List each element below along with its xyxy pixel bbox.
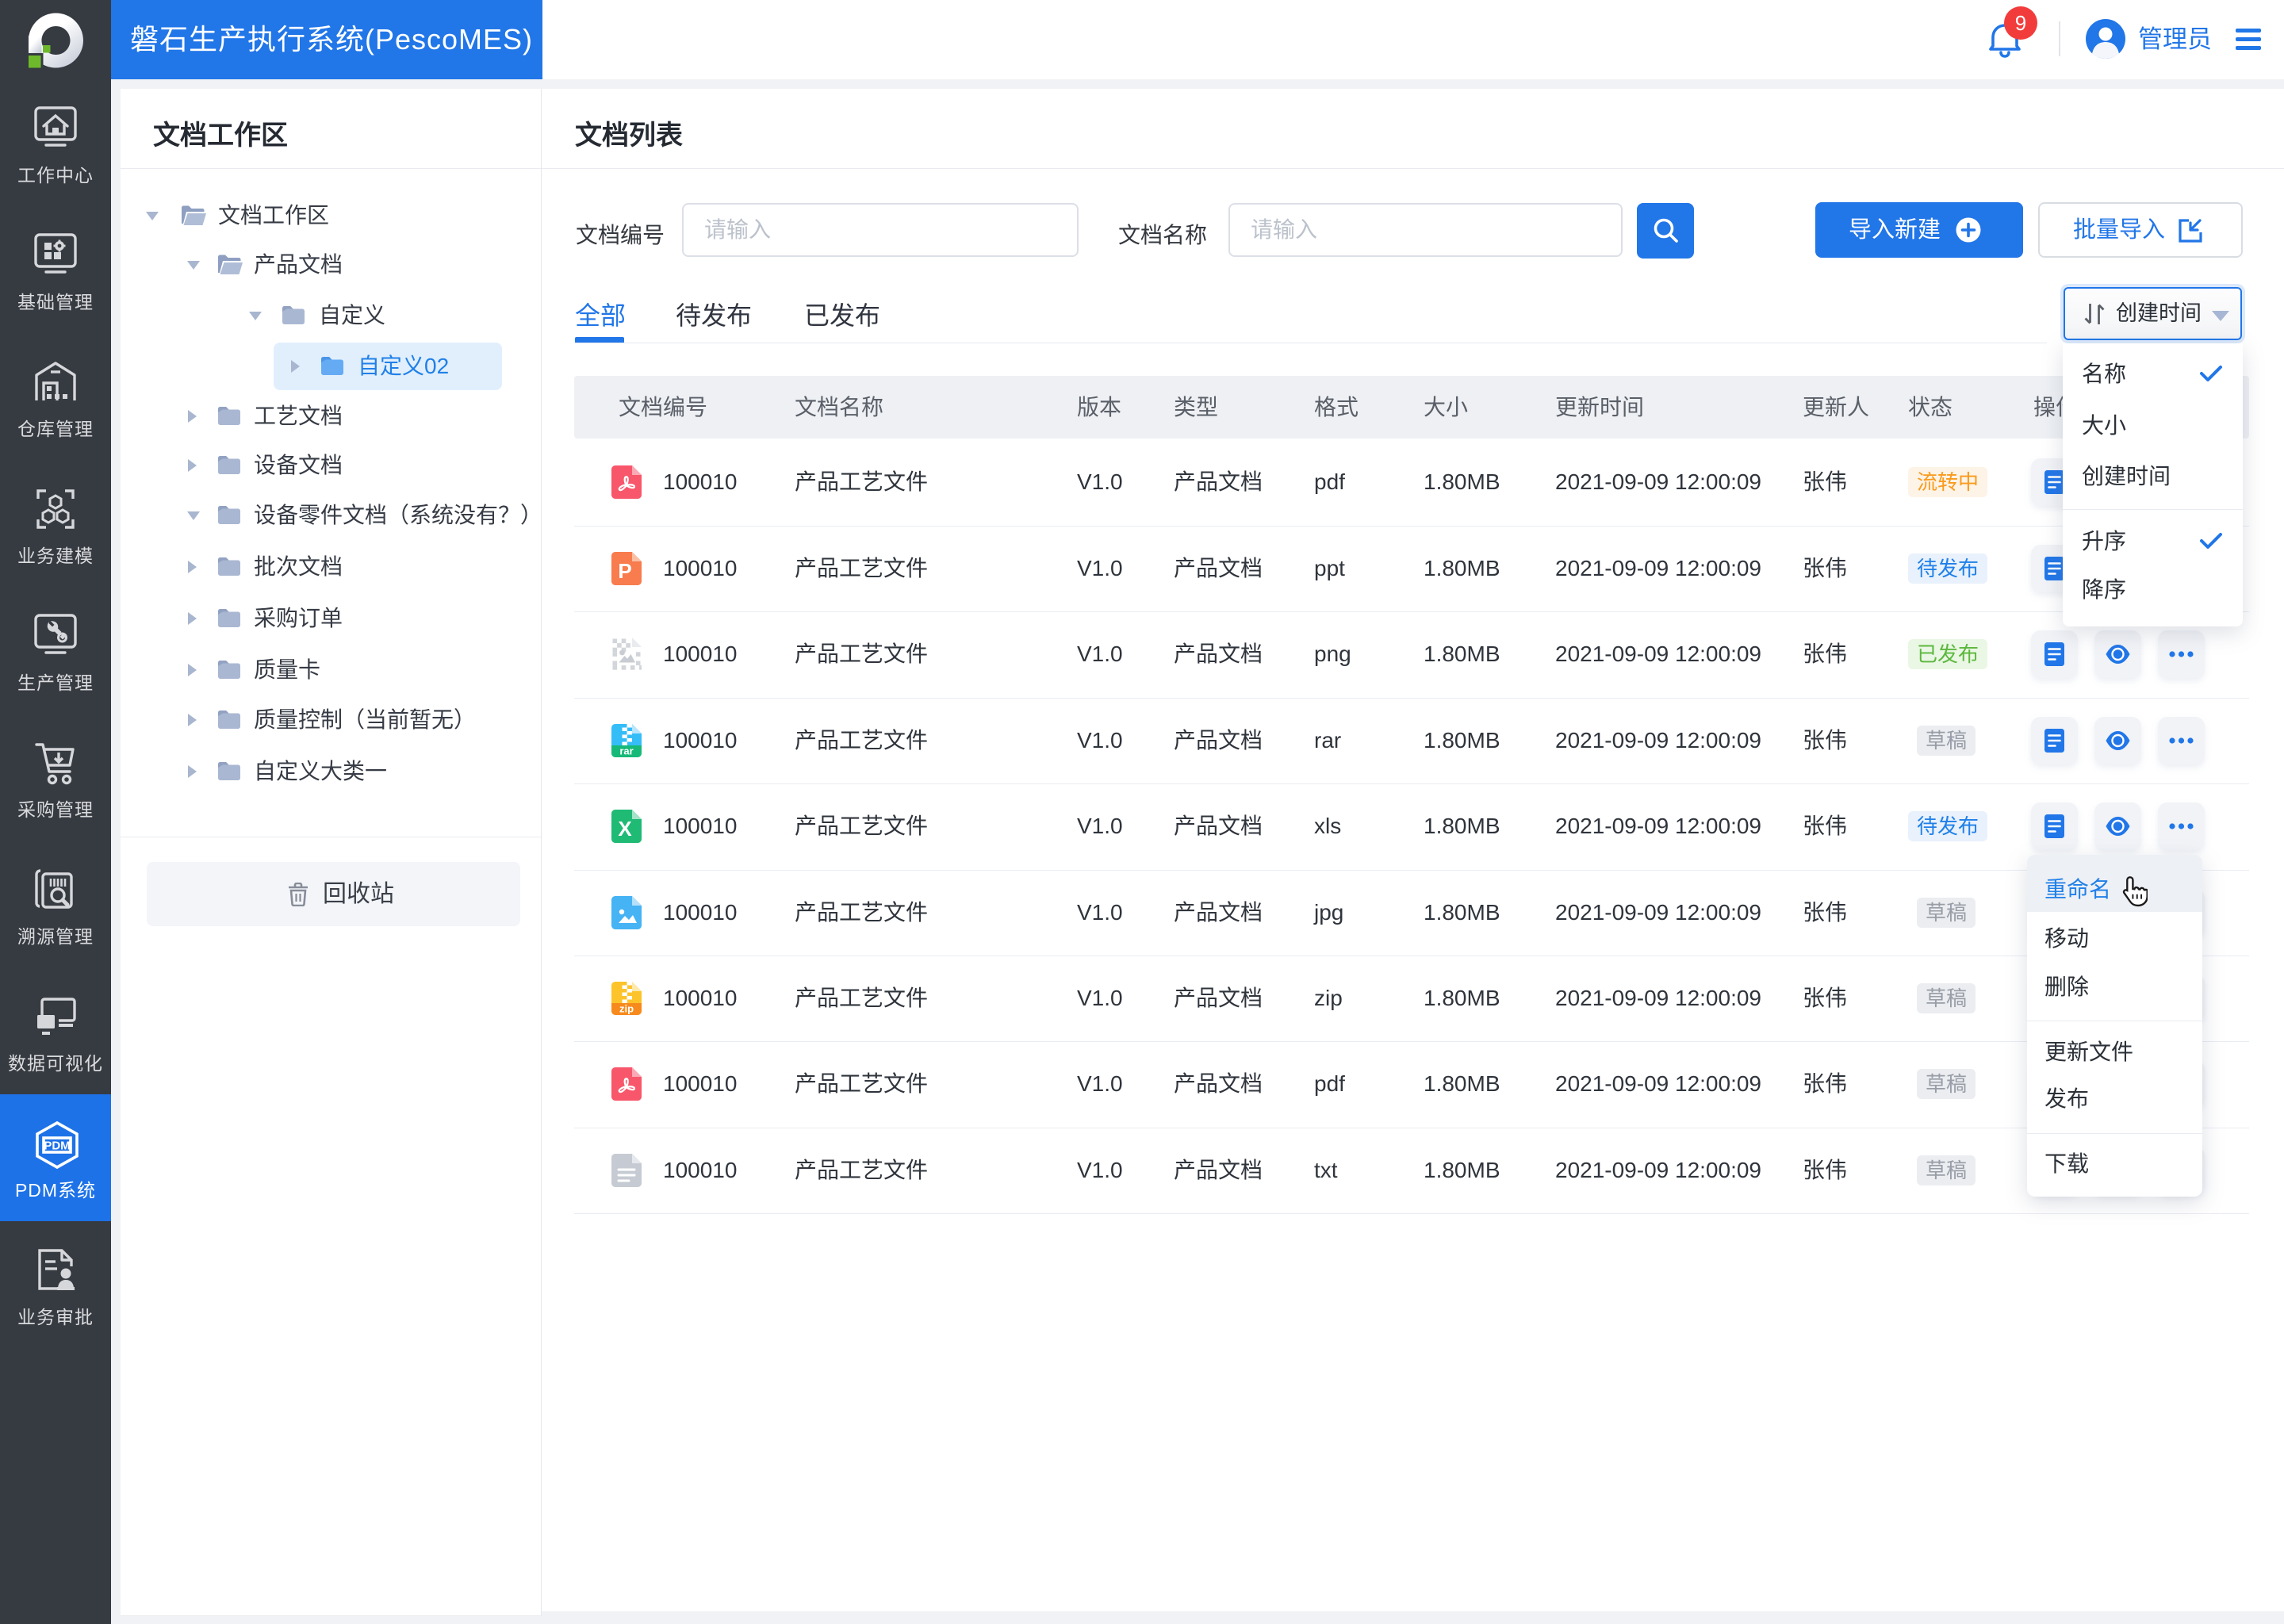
svg-text:PDM: PDM [44, 1139, 70, 1153]
svg-text:rar: rar [619, 745, 633, 757]
svg-text:zip: zip [619, 1003, 634, 1015]
svg-text:P: P [618, 559, 631, 583]
svg-text:X: X [618, 817, 632, 841]
